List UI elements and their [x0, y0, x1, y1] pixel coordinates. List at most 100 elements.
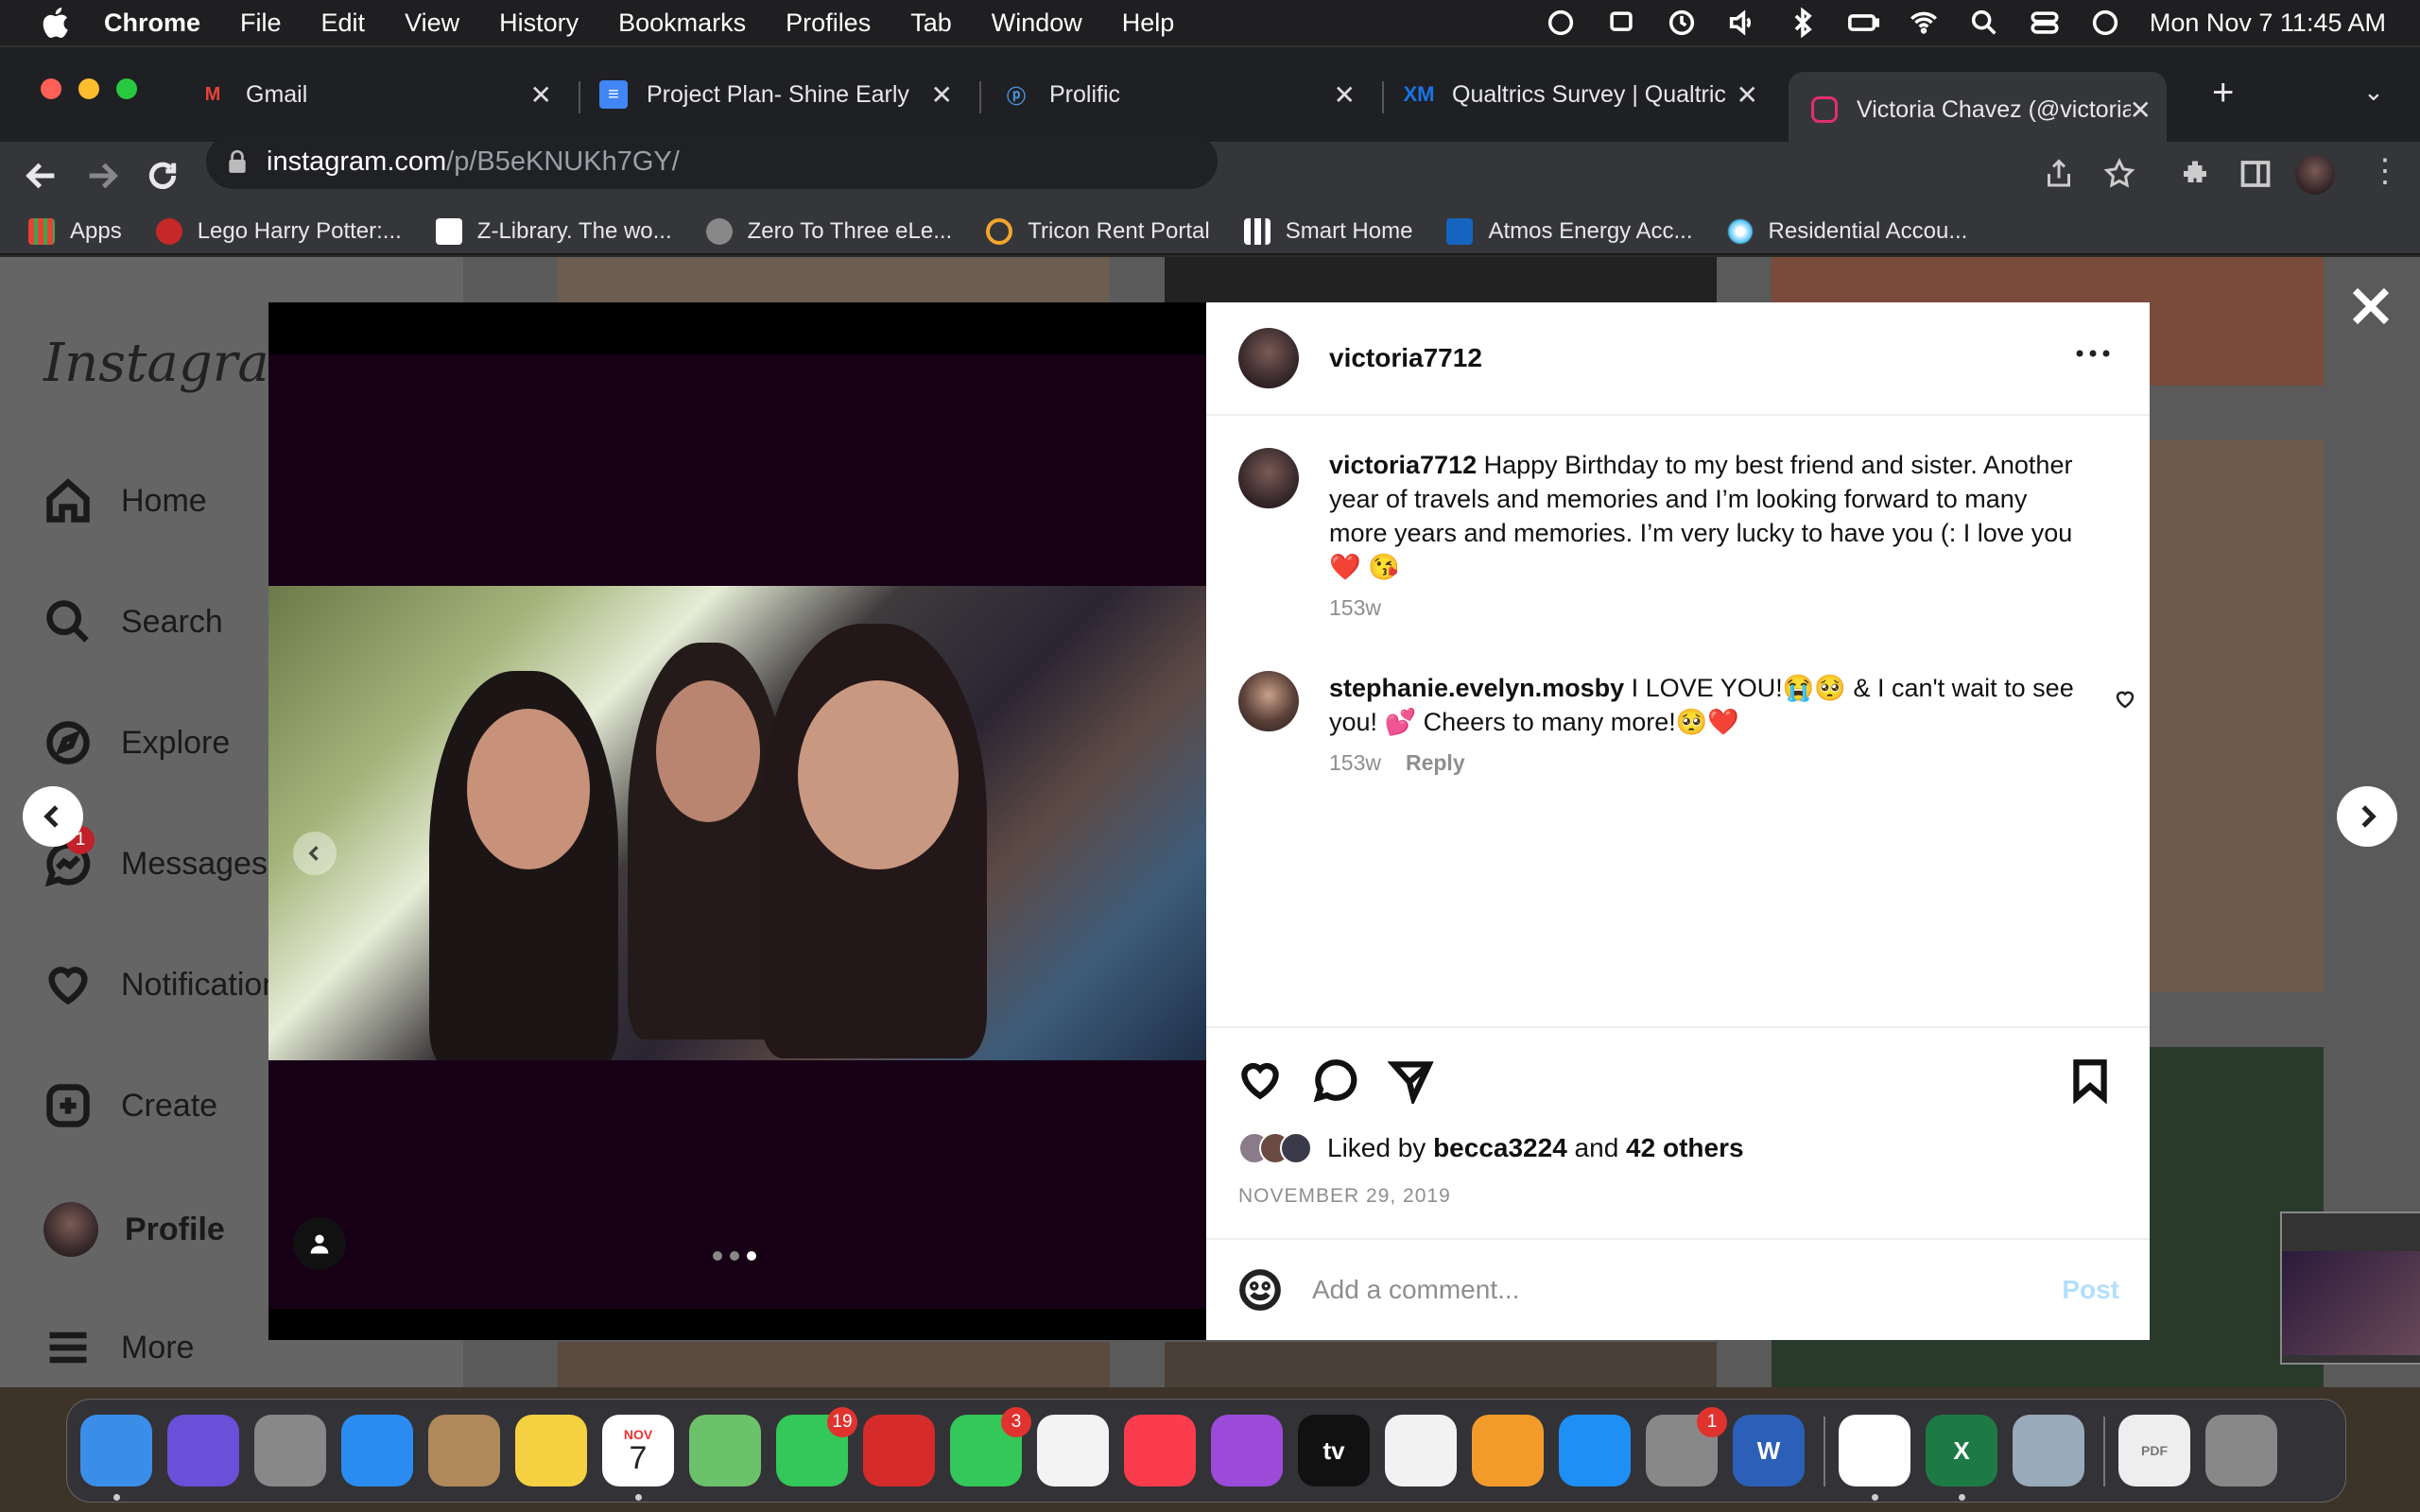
dock-finder-icon[interactable] [80, 1415, 152, 1486]
menu-view[interactable]: View [405, 9, 459, 38]
dock-facetime-icon[interactable]: 3 [950, 1407, 1031, 1486]
dock-photos-icon[interactable] [1037, 1415, 1109, 1486]
new-tab-button[interactable]: + [2212, 72, 2234, 114]
like-comment-heart-icon[interactable] [2114, 688, 2136, 711]
dock-books-icon[interactable] [1472, 1415, 1544, 1486]
focus-icon[interactable] [1545, 7, 1577, 39]
reply-button[interactable]: Reply [1406, 750, 1465, 775]
bookmark-lego-harry-potter[interactable]: Lego Harry Potter:... [155, 218, 402, 245]
battery-icon[interactable] [1847, 7, 1879, 39]
bookmark-tricon[interactable]: Tricon Rent Portal [986, 218, 1210, 245]
post-comment-button[interactable]: Post [2062, 1275, 2119, 1305]
menu-file[interactable]: File [240, 9, 282, 38]
wifi-icon[interactable] [1908, 7, 1940, 39]
likes-others-link[interactable]: 42 others [1626, 1133, 1744, 1162]
share-paper-plane-icon[interactable] [1388, 1057, 1435, 1104]
volume-icon[interactable] [1726, 7, 1758, 39]
tab-qualtrics[interactable]: XM Qualtrics Survey | Qualtric ✕ [1404, 68, 1773, 121]
dock-safari-icon[interactable] [341, 1415, 413, 1486]
post-photo[interactable] [268, 586, 1206, 1060]
sidebar-item-explore[interactable]: Explore [43, 718, 230, 767]
sidebar-item-notifications[interactable]: Notifications [43, 960, 296, 1009]
next-post-button[interactable] [2337, 786, 2397, 847]
sidebar-item-profile[interactable]: Profile [43, 1202, 225, 1257]
minimize-window-button[interactable] [78, 77, 100, 100]
time-machine-icon[interactable] [1666, 7, 1698, 39]
close-tab-icon[interactable]: ✕ [931, 79, 953, 111]
tab-instagram-active[interactable]: Victoria Chavez (@victoria ✕ [1789, 72, 2167, 147]
extensions-icon[interactable] [2178, 157, 2212, 191]
dock-documents-icon[interactable]: PDF [2118, 1415, 2190, 1486]
share-icon[interactable] [2042, 157, 2076, 191]
bookmark-residential[interactable]: Residential Accou... [1726, 218, 1967, 245]
control-center-icon[interactable] [2029, 7, 2061, 39]
menu-app-name[interactable]: Chrome [104, 9, 200, 38]
author-avatar[interactable] [1238, 448, 1299, 508]
comment-bubble-icon[interactable] [1312, 1057, 1359, 1104]
dock-tv-icon[interactable]: tv [1298, 1415, 1370, 1486]
close-window-button[interactable] [40, 77, 62, 100]
dock-maps-icon[interactable] [689, 1415, 761, 1486]
post-date[interactable]: NOVEMBER 29, 2019 [1238, 1185, 1451, 1208]
chrome-menu-icon[interactable]: ⋮ [2369, 155, 2401, 187]
profile-avatar[interactable] [2295, 155, 2335, 195]
reload-icon[interactable] [144, 157, 182, 195]
dock-podcasts-icon[interactable] [1211, 1415, 1283, 1486]
menu-window[interactable]: Window [992, 9, 1082, 38]
tagged-users-button[interactable] [293, 1217, 346, 1270]
bookmark-star-icon[interactable] [2102, 157, 2136, 191]
caption-username[interactable]: victoria7712 [1329, 451, 1477, 479]
dock-trash-icon[interactable] [2205, 1415, 2277, 1486]
screenshot-thumbnail-preview[interactable] [2280, 1211, 2420, 1365]
dock-news-icon[interactable] [1385, 1415, 1457, 1486]
emoji-smiley-icon[interactable] [1236, 1266, 1284, 1314]
menu-profiles[interactable]: Profiles [786, 9, 871, 38]
siri-icon[interactable] [2089, 7, 2121, 39]
tab-project-plan[interactable]: ≡ Project Plan- Shine Early L ✕ [599, 68, 968, 121]
carousel-previous-button[interactable] [293, 832, 337, 875]
like-heart-icon[interactable] [1236, 1057, 1284, 1104]
author-username[interactable]: victoria7712 [1329, 343, 1482, 373]
close-tab-icon[interactable]: ✕ [1334, 79, 1356, 111]
comment-input[interactable]: Add a comment... [1312, 1275, 1519, 1305]
bookmark-z-library[interactable]: Z-Library. The wo... [435, 218, 672, 245]
lock-icon[interactable] [227, 149, 248, 174]
dock-app-store-icon[interactable] [1559, 1415, 1631, 1486]
comment-age[interactable]: 153w [1329, 750, 1381, 775]
dock-calendar-icon[interactable]: NOV 7 [602, 1415, 674, 1486]
apple-menu-icon[interactable] [38, 4, 76, 42]
save-bookmark-icon[interactable] [2066, 1057, 2114, 1104]
side-panel-icon[interactable] [2238, 157, 2273, 191]
dock-word-icon[interactable]: W [1733, 1415, 1805, 1486]
previous-post-button[interactable] [23, 786, 83, 847]
maximize-window-button[interactable] [115, 77, 138, 100]
menu-edit[interactable]: Edit [321, 9, 366, 38]
menu-history[interactable]: History [499, 9, 579, 38]
menu-help[interactable]: Help [1122, 9, 1175, 38]
spotlight-search-icon[interactable] [1968, 7, 2000, 39]
bookmark-zero-to-three[interactable]: Zero To Three eLe... [705, 218, 952, 245]
close-tab-icon[interactable]: ✕ [530, 79, 552, 111]
dock-siri-icon[interactable] [167, 1415, 239, 1486]
close-tab-icon[interactable]: ✕ [2130, 94, 2152, 126]
forward-icon[interactable] [83, 157, 121, 195]
caption-age[interactable]: 153w [1329, 595, 1381, 620]
bookmark-apps[interactable]: Apps [28, 218, 122, 245]
sidebar-item-search[interactable]: Search [43, 597, 223, 646]
bluetooth-icon[interactable] [1787, 7, 1819, 39]
dock-chrome-icon[interactable] [1839, 1415, 1910, 1486]
liker-username[interactable]: becca3224 [1433, 1133, 1567, 1162]
bookmark-smart-home[interactable]: Smart Home [1243, 218, 1412, 245]
sidebar-item-home[interactable]: Home [43, 476, 207, 525]
menu-bookmarks[interactable]: Bookmarks [618, 9, 746, 38]
dock-contacts-icon[interactable] [428, 1415, 500, 1486]
tab-search-chevron-icon[interactable]: ⌄ [2363, 77, 2384, 107]
sidebar-item-create[interactable]: Create [43, 1081, 217, 1130]
dock-launchpad-icon[interactable] [254, 1415, 326, 1486]
menu-tab[interactable]: Tab [910, 9, 952, 38]
back-icon[interactable] [23, 157, 60, 195]
dock-system-preferences-icon[interactable]: 1 [1646, 1407, 1727, 1486]
close-icon[interactable] [2350, 285, 2392, 327]
dock-preview-icon[interactable] [2013, 1415, 2084, 1486]
bookmark-atmos-energy[interactable]: Atmos Energy Acc... [1446, 218, 1693, 245]
